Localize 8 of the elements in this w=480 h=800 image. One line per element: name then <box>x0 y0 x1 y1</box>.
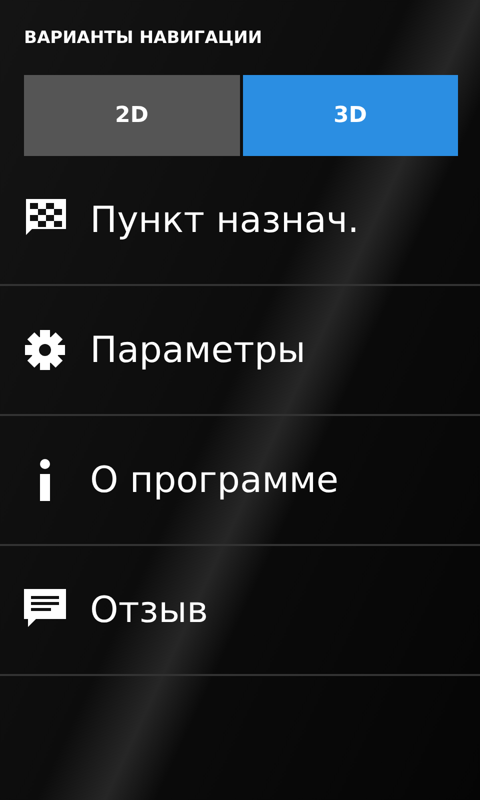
menu-item[interactable]: О программе <box>90 460 338 500</box>
menu-item[interactable]: Пункт назнач. <box>90 200 360 240</box>
info-icon <box>40 459 50 501</box>
mode-tab[interactable]: 2D <box>24 75 240 156</box>
menu-item[interactable]: Отзыв <box>90 590 208 630</box>
section-title: ВАРИАНТЫ НАВИГАЦИИ <box>24 27 264 50</box>
settings-icon <box>24 329 66 371</box>
menu-item[interactable]: Параметры <box>90 330 306 370</box>
